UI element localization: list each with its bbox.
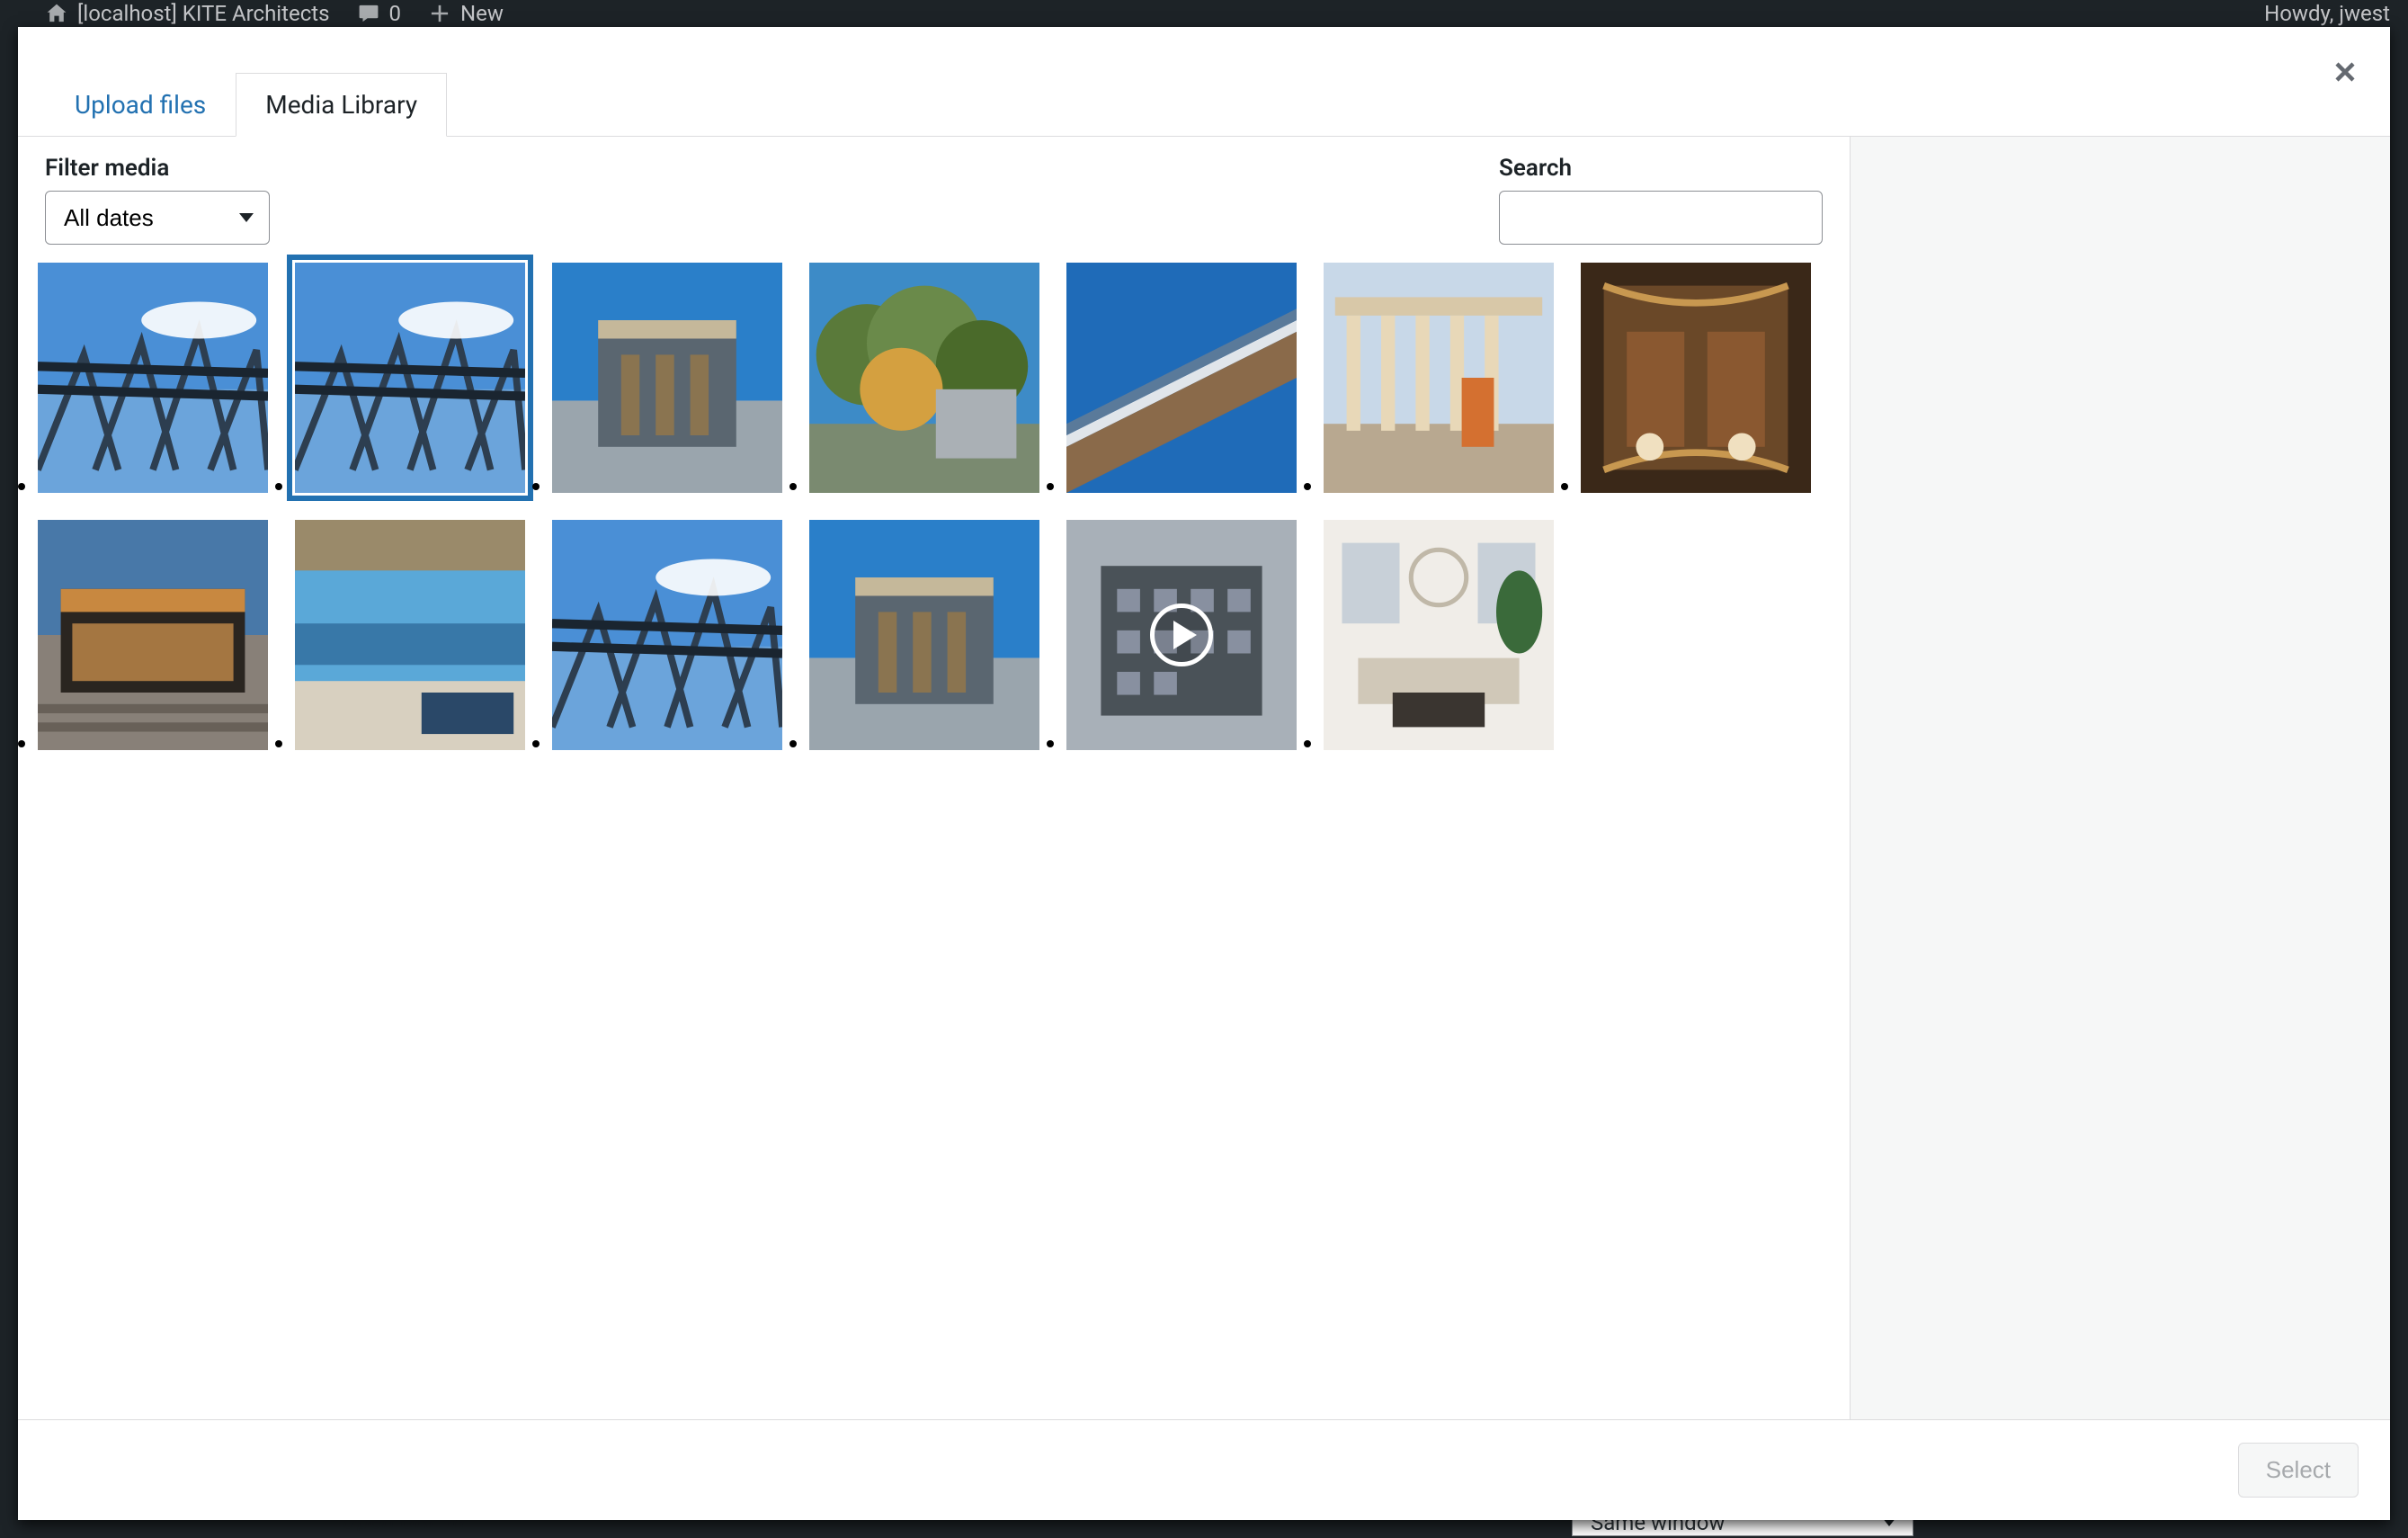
- filter-media-label: Filter media: [45, 155, 270, 182]
- attachments-grid: [18, 254, 1850, 1419]
- close-button[interactable]: [2318, 45, 2372, 99]
- admin-site-link[interactable]: [localhost] KITE Architects: [45, 1, 330, 26]
- attachment-item[interactable]: [1066, 520, 1297, 750]
- attachment-item[interactable]: [295, 263, 525, 493]
- attachment-item[interactable]: [38, 520, 268, 750]
- admin-site-name: [localhost] KITE Architects: [77, 1, 330, 26]
- attachment-item[interactable]: [1581, 263, 1811, 493]
- search-group: Search: [1499, 155, 1823, 245]
- tab-upload-files[interactable]: Upload files: [45, 73, 236, 137]
- admin-account-link[interactable]: Howdy, jwest: [2264, 1, 2390, 26]
- tab-media-library[interactable]: Media Library: [236, 73, 447, 137]
- select-button[interactable]: Select: [2238, 1443, 2359, 1498]
- attachment-item[interactable]: [1324, 263, 1554, 493]
- plus-icon: [428, 2, 451, 25]
- search-input[interactable]: [1499, 191, 1823, 245]
- comment-icon: [357, 2, 380, 25]
- media-modal: Upload files Media Library Filter media …: [18, 27, 2390, 1520]
- attachment-item[interactable]: [552, 263, 782, 493]
- admin-new-label: New: [460, 1, 504, 26]
- date-filter-select[interactable]: All dates: [45, 191, 270, 245]
- media-toolbar: Filter media All dates Search: [18, 137, 1850, 254]
- play-icon: [1150, 604, 1213, 666]
- attachments-browser: Filter media All dates Search: [18, 137, 1851, 1419]
- attachment-item[interactable]: [1324, 520, 1554, 750]
- close-icon: [2332, 58, 2359, 85]
- filter-media-group: Filter media All dates: [45, 155, 270, 245]
- attachment-item[interactable]: [809, 520, 1039, 750]
- search-label: Search: [1499, 155, 1823, 182]
- attachment-item[interactable]: [552, 520, 782, 750]
- attachment-item[interactable]: [38, 263, 268, 493]
- media-sidebar: [1851, 137, 2390, 1419]
- admin-howdy: Howdy, jwest: [2264, 1, 2390, 26]
- media-tabs: Upload files Media Library: [18, 27, 2390, 137]
- media-footer: Select: [18, 1419, 2390, 1520]
- media-frame-content: Filter media All dates Search: [18, 137, 2390, 1419]
- admin-new-link[interactable]: New: [428, 1, 504, 26]
- home-icon: [45, 2, 68, 25]
- admin-comments-link[interactable]: 0: [357, 1, 402, 26]
- attachment-item[interactable]: [295, 520, 525, 750]
- admin-comments-count: 0: [389, 1, 402, 26]
- admin-bar: [localhost] KITE Architects 0 New Howdy,…: [0, 0, 2408, 27]
- attachment-item[interactable]: [809, 263, 1039, 493]
- attachment-item[interactable]: [1066, 263, 1297, 493]
